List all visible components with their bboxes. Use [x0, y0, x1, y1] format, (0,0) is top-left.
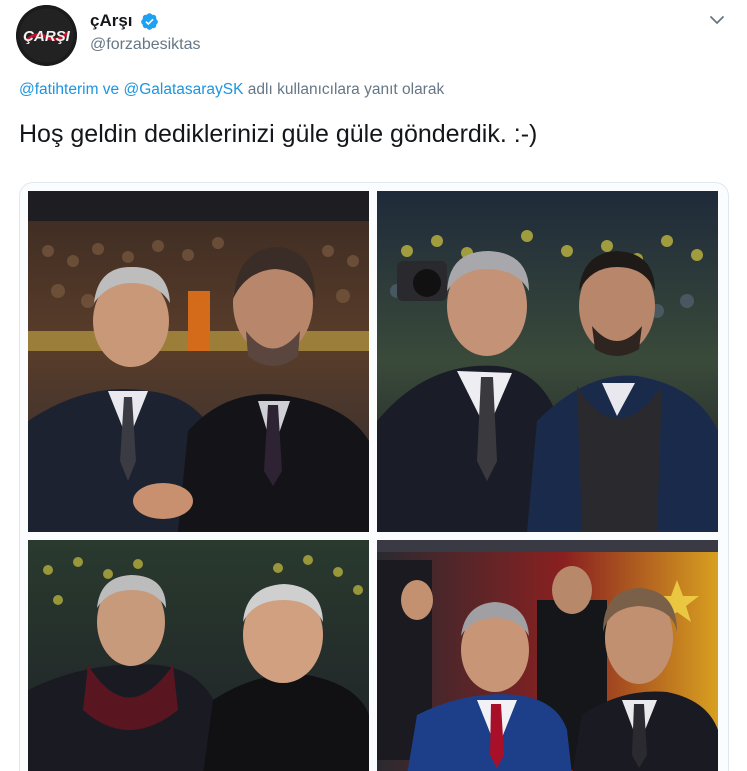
carsi-logo-icon: ÇARŞI [16, 5, 77, 66]
verified-badge-icon [141, 13, 158, 30]
mention-link-galatasaraysk[interactable]: @GalatasaraySK [123, 81, 243, 98]
avatar[interactable]: ÇARŞI [16, 5, 77, 66]
tweet: ÇARŞI çArşı @forzabesiktas @fatihterim v… [0, 0, 747, 771]
svg-text:ÇARŞI: ÇARŞI [23, 28, 71, 45]
photo-bottom-left[interactable] [28, 540, 369, 771]
mention-link-fatihterim[interactable]: @fatihterim [19, 81, 98, 98]
chevron-down-icon[interactable] [707, 10, 727, 30]
tweet-text: Hoş geldin dediklerinizi güle güle gönde… [19, 120, 538, 148]
handle[interactable]: @forzabesiktas [90, 35, 201, 55]
media-grid [19, 182, 729, 771]
photo-bottom-right[interactable] [377, 540, 718, 771]
display-name[interactable]: çArşı [90, 11, 133, 31]
reply-connector: ve [102, 81, 120, 98]
reply-suffix: adlı kullanıcılara yanıt olarak [247, 81, 445, 98]
photo-top-left[interactable] [28, 191, 369, 532]
photo-top-right[interactable] [377, 191, 718, 532]
reply-context: @fatihterim ve @GalatasaraySK adlı kulla… [19, 80, 444, 100]
